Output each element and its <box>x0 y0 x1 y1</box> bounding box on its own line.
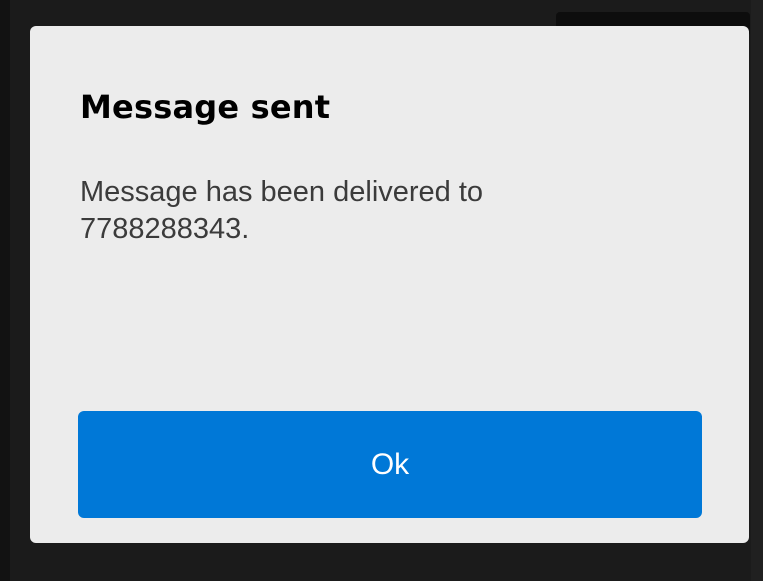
message-sent-dialog: Message sent Message has been delivered … <box>30 26 749 543</box>
ok-button[interactable]: Ok <box>78 411 702 518</box>
dialog-title: Message sent <box>80 88 331 126</box>
backdrop-right-edge <box>751 0 763 581</box>
dialog-message-line-1: Message has been delivered to <box>80 176 484 208</box>
backdrop-left-edge <box>0 0 10 581</box>
dialog-message: Message has been delivered to 7788288343. <box>80 174 640 248</box>
dialog-message-line-2: 7788288343. <box>80 213 250 245</box>
